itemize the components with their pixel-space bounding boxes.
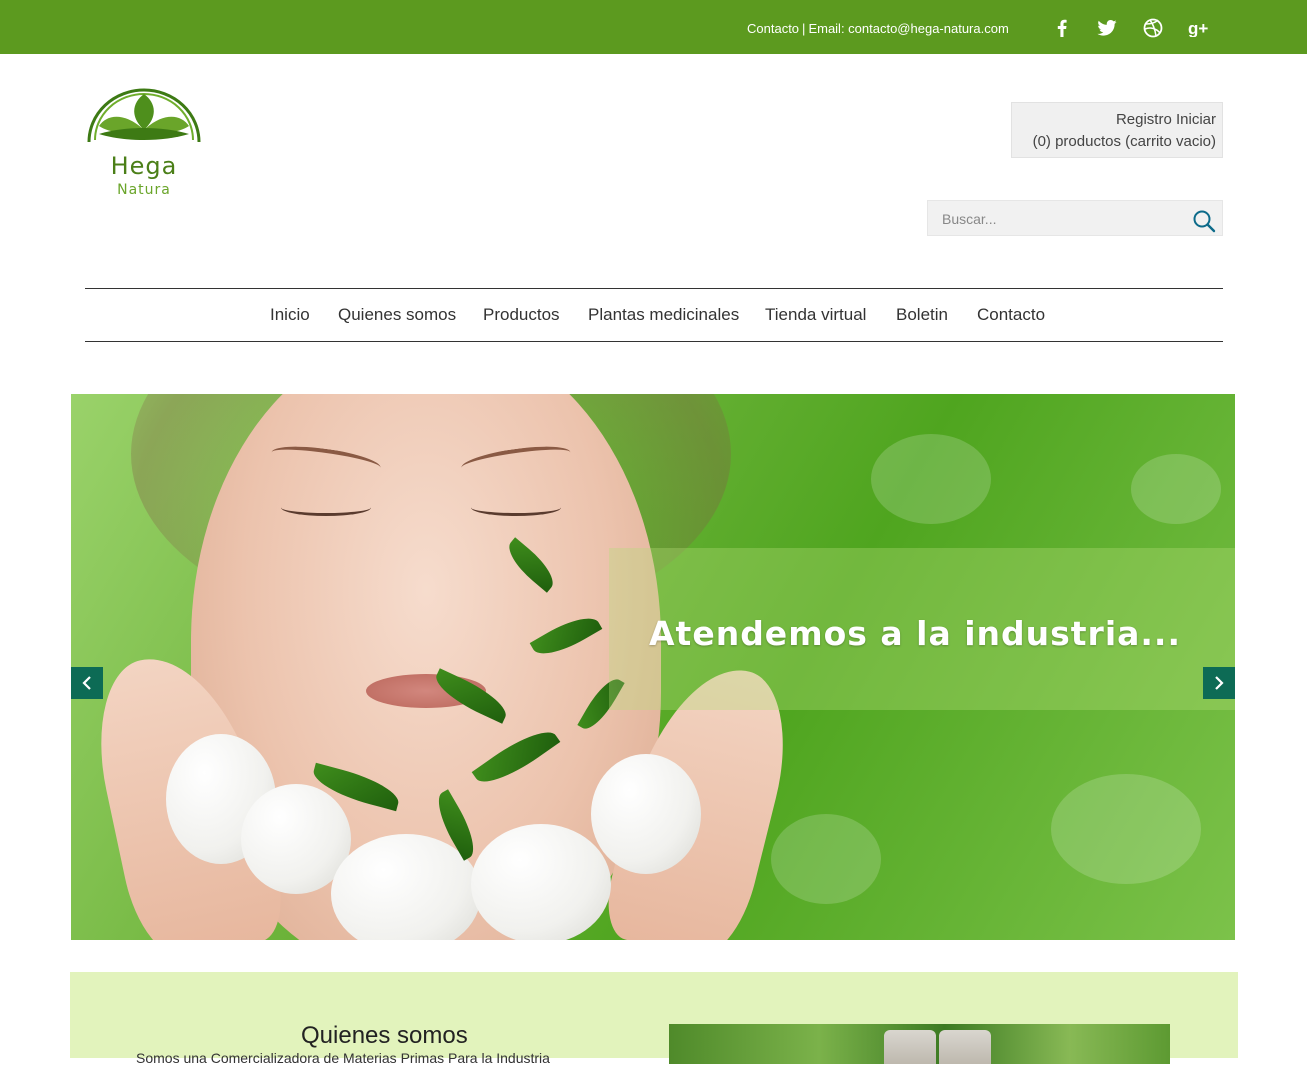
slider-next-button[interactable]	[1203, 667, 1235, 699]
facebook-icon[interactable]	[1049, 15, 1075, 41]
top-bar: Contacto | Email: contacto@hega-natura.com…	[0, 0, 1307, 54]
dribbble-icon[interactable]	[1140, 15, 1166, 41]
email-link[interactable]: Email: contacto@hega-natura.com	[808, 21, 1008, 36]
about-title: Quienes somos	[301, 1022, 468, 1049]
hero-stone	[471, 824, 611, 940]
search-box	[927, 200, 1223, 237]
hero-eye	[471, 499, 561, 516]
contact-link[interactable]: Contacto	[747, 21, 799, 36]
nav-item-plantas-medicinales[interactable]: Plantas medicinales	[588, 305, 739, 325]
cart-link[interactable]: (0) productos (carrito vacio)	[1033, 133, 1216, 150]
search-icon[interactable]	[1192, 209, 1216, 233]
main-nav: Inicio Quienes somos Productos Plantas m…	[85, 288, 1223, 342]
nav-item-boletin[interactable]: Boletin	[896, 305, 948, 325]
jar-image	[884, 1030, 936, 1064]
slider-prev-button[interactable]	[71, 667, 103, 699]
about-text: Somos una Comercializadora de Materias P…	[136, 1050, 550, 1066]
login-link[interactable]: Iniciar	[1176, 111, 1216, 128]
nav-item-contacto[interactable]: Contacto	[977, 305, 1045, 325]
svg-text:g+: g+	[1188, 19, 1208, 37]
google-plus-icon[interactable]: g+	[1186, 15, 1212, 41]
hero-stone	[591, 754, 701, 874]
hero-eye	[281, 499, 371, 516]
chevron-right-icon	[1215, 676, 1224, 690]
twitter-icon[interactable]	[1094, 15, 1120, 41]
account-box: Registro Iniciar (0) productos (carrito …	[1011, 102, 1223, 158]
bg-bokeh	[1131, 454, 1221, 524]
nav-item-inicio[interactable]: Inicio	[270, 305, 310, 325]
slide-caption: Atendemos a la industria...	[649, 614, 1182, 653]
hero-slider: Atendemos a la industria...	[71, 394, 1235, 940]
nav-item-quienes-somos[interactable]: Quienes somos	[338, 305, 456, 325]
bg-bokeh	[771, 814, 881, 904]
jar-image	[939, 1030, 991, 1064]
register-link[interactable]: Registro	[1116, 111, 1172, 128]
site-logo[interactable]: Hega Natura	[85, 86, 203, 202]
chevron-left-icon	[82, 676, 91, 690]
contact-line: Contacto | Email: contacto@hega-natura.com	[747, 21, 1009, 36]
nav-item-tienda-virtual[interactable]: Tienda virtual	[765, 305, 866, 325]
about-section: Quienes somos Somos una Comercializadora…	[70, 972, 1238, 1066]
logo-text-hega: Hega	[110, 152, 178, 180]
nav-item-productos[interactable]: Productos	[483, 305, 560, 325]
account-links-row: Registro Iniciar	[1012, 109, 1216, 131]
bg-bokeh	[1051, 774, 1201, 884]
about-image	[669, 1024, 1170, 1064]
logo-text-natura: Natura	[117, 182, 171, 198]
contact-separator: |	[802, 21, 806, 36]
bg-bokeh	[871, 434, 991, 524]
logo-leaf-icon	[87, 88, 201, 143]
search-input[interactable]	[928, 201, 1194, 237]
